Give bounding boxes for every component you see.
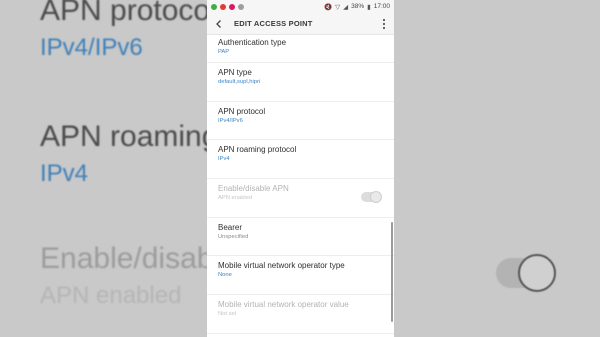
setting-label: APN protocol xyxy=(218,106,266,116)
setting-apn-protocol[interactable]: APN protocol IPv4/IPv6 xyxy=(207,102,394,141)
setting-label: Mobile virtual network operator type xyxy=(218,261,345,271)
bg-row-apn-protocol: APN protocol IPv4/IPv6 xyxy=(40,0,217,62)
status-bar: 🔇 ▽ ◢ 38% ▮ 17:00 xyxy=(207,0,394,13)
setting-apn-roaming-protocol[interactable]: APN roaming protocol IPv4 xyxy=(207,140,394,180)
page-title: EDIT ACCESS POINT xyxy=(234,19,313,28)
setting-label: Mobile virtual network operator value xyxy=(218,300,349,310)
setting-value: IPv4 xyxy=(218,156,230,163)
whatsapp-icon xyxy=(211,3,217,10)
setting-value: IPv4/IPv6 xyxy=(218,117,243,124)
notification-icons xyxy=(211,3,244,10)
setting-value: Not set xyxy=(218,311,237,318)
toggle-knob xyxy=(370,191,382,204)
back-arrow-icon xyxy=(216,19,221,28)
more-options-button[interactable] xyxy=(379,16,389,32)
setting-label: APN roaming protocol xyxy=(218,145,297,155)
back-button[interactable] xyxy=(210,15,228,33)
apn-enabled-toggle xyxy=(361,191,382,204)
bg-value: IPv4/IPv6 xyxy=(40,34,143,61)
setting-value: Unspecified xyxy=(218,233,249,240)
signal-icon: ◢ xyxy=(343,3,349,11)
mute-icon: 🔇 xyxy=(324,3,333,11)
battery-icon: ▮ xyxy=(367,3,371,11)
setting-label: Bearer xyxy=(218,222,243,232)
setting-label: Authentication type xyxy=(218,38,287,47)
setting-label: Enable/disable APN xyxy=(218,184,289,194)
setting-apn-type[interactable]: APN type default,supl,hipri xyxy=(207,63,394,102)
setting-value: APN enabled xyxy=(218,195,253,202)
setting-mvno-value: Mobile virtual network operator value No… xyxy=(207,295,394,334)
settings-list: Authentication type PAP APN type default… xyxy=(207,35,394,334)
setting-value: PAP xyxy=(218,49,230,55)
app-bar: EDIT ACCESS POINT xyxy=(207,13,394,35)
setting-authentication-type[interactable]: Authentication type PAP xyxy=(207,35,394,63)
bg-toggle-knob xyxy=(518,254,556,292)
bg-label: APN protocol xyxy=(40,0,217,27)
setting-value: default,supl,hipri xyxy=(218,79,261,85)
app-notification-icon xyxy=(229,3,235,10)
setting-enable-disable-apn: Enable/disable APN APN enabled xyxy=(207,179,394,218)
more-vert-icon xyxy=(382,18,386,29)
setting-label: APN type xyxy=(218,68,252,77)
setting-mvno-type[interactable]: Mobile virtual network operator type Non… xyxy=(207,256,394,296)
youtube-icon xyxy=(220,3,226,10)
clock: 17:00 xyxy=(373,3,390,10)
overflow-notification-icon xyxy=(238,3,244,10)
setting-bearer[interactable]: Bearer Unspecified xyxy=(207,218,394,257)
scrollbar[interactable] xyxy=(391,222,393,322)
wifi-icon: ▽ xyxy=(335,3,341,11)
setting-value: None xyxy=(218,272,232,279)
battery-percentage: 38% xyxy=(351,3,365,10)
system-icons: 🔇 ▽ ◢ 38% ▮ 17:00 xyxy=(324,3,390,11)
phone-screen: 🔇 ▽ ◢ 38% ▮ 17:00 EDIT ACCESS POINT Auth… xyxy=(207,0,394,337)
